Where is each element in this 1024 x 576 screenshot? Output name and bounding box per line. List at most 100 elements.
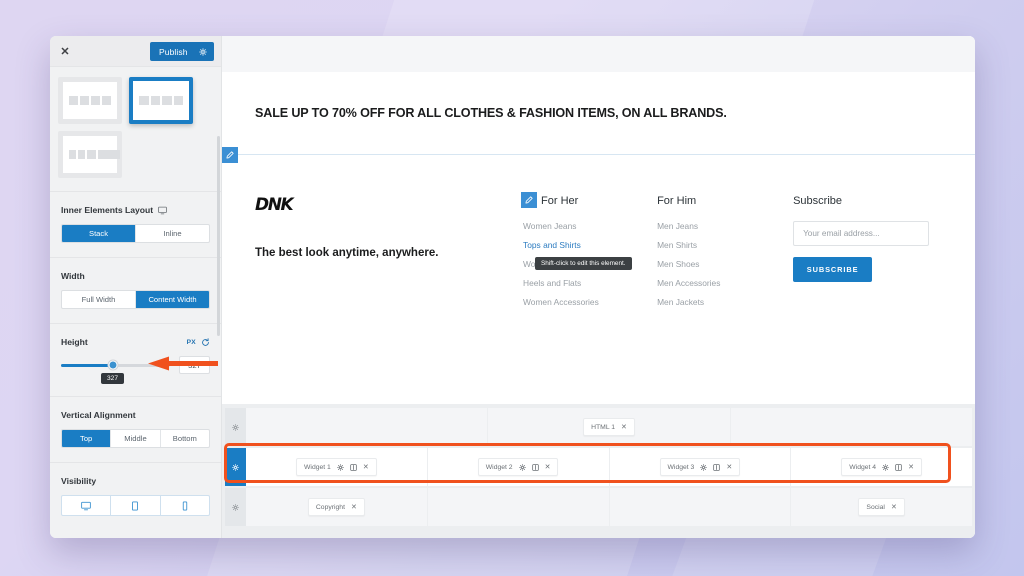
height-label-row: Height PX bbox=[61, 337, 210, 347]
visibility-desktop[interactable] bbox=[62, 496, 112, 515]
reset-icon[interactable] bbox=[201, 337, 210, 347]
section-visibility: Visibility bbox=[50, 463, 221, 530]
section-width: Width Full Width Content Width bbox=[50, 258, 221, 324]
chip-label: Copyright bbox=[315, 503, 345, 511]
panel-scrollbar[interactable] bbox=[217, 136, 220, 336]
duplicate-icon[interactable] bbox=[531, 463, 539, 471]
sale-banner-section[interactable]: SALE UP TO 70% OFF FOR ALL CLOTHES & FAS… bbox=[222, 72, 975, 155]
layout-option-3[interactable] bbox=[58, 131, 122, 178]
structure-cell[interactable]: Widget 3 ✕ bbox=[610, 448, 792, 486]
column-edit-pencil-icon[interactable] bbox=[521, 192, 538, 208]
height-slider-knob[interactable] bbox=[108, 360, 118, 370]
publish-button[interactable]: Publish bbox=[150, 42, 214, 61]
option-middle[interactable]: Middle bbox=[111, 430, 161, 447]
structure-cell[interactable]: Widget 4 ✕ bbox=[791, 448, 972, 486]
structure-cell[interactable]: Widget 2 ✕ bbox=[428, 448, 610, 486]
chip-label: Widget 2 bbox=[485, 463, 513, 471]
row-handle-gear-icon[interactable] bbox=[225, 408, 246, 446]
close-icon[interactable]: ✕ bbox=[50, 36, 80, 67]
option-top[interactable]: Top bbox=[62, 430, 112, 447]
element-chip-widget-2[interactable]: Widget 2 ✕ bbox=[477, 458, 559, 476]
close-icon[interactable]: ✕ bbox=[351, 504, 357, 511]
layout-option-1[interactable] bbox=[58, 77, 122, 124]
layout-option-2-selected[interactable] bbox=[129, 77, 193, 124]
gear-icon[interactable] bbox=[882, 463, 889, 471]
row-handle-gear-icon-selected[interactable] bbox=[225, 448, 246, 486]
height-unit[interactable]: PX bbox=[187, 339, 196, 346]
gear-icon bbox=[232, 503, 239, 511]
element-chip-widget-1[interactable]: Widget 1 ✕ bbox=[296, 458, 377, 476]
brand-logo: DNK bbox=[255, 195, 294, 215]
for-her-link-5[interactable]: Women Accessories bbox=[523, 297, 657, 307]
footer-column-for-him: For Him Men Jeans Men Shirts Men Shoes M… bbox=[657, 195, 793, 404]
for-her-link-2[interactable]: Tops and Shirts bbox=[523, 240, 657, 250]
for-him-link-1[interactable]: Men Jeans bbox=[657, 221, 793, 231]
option-bottom[interactable]: Bottom bbox=[161, 430, 209, 447]
close-icon[interactable]: ✕ bbox=[621, 424, 627, 431]
close-icon[interactable]: ✕ bbox=[363, 464, 369, 471]
section-edit-pencil-icon[interactable] bbox=[222, 147, 238, 163]
gear-icon[interactable] bbox=[336, 463, 344, 471]
option-inline[interactable]: Inline bbox=[136, 225, 209, 242]
close-icon[interactable]: ✕ bbox=[908, 464, 914, 471]
shift-click-tooltip: Shift-click to edit this element. bbox=[535, 257, 632, 270]
duplicate-icon[interactable] bbox=[895, 463, 902, 471]
structure-row-body: HTML 1 ✕ bbox=[246, 408, 972, 446]
footer-preview-section: DNK The best look anytime, anywhere. For… bbox=[222, 147, 975, 404]
structure-rows: HTML 1 ✕ Widget 1 ✕ Widget 2 ✕ Widget 3 … bbox=[222, 404, 975, 538]
duplicate-icon[interactable] bbox=[350, 463, 357, 471]
chip-label: Widget 4 bbox=[849, 463, 877, 471]
canvas-top-spacer bbox=[222, 36, 975, 72]
gear-icon bbox=[232, 423, 239, 431]
structure-cell[interactable]: Copyright ✕ bbox=[246, 488, 428, 526]
duplicate-icon[interactable] bbox=[713, 463, 721, 471]
layout-thumbnails bbox=[50, 67, 221, 192]
option-content-width[interactable]: Content Width bbox=[136, 291, 209, 308]
row-handle-gear-icon[interactable] bbox=[225, 488, 246, 526]
visibility-toggle[interactable] bbox=[61, 495, 210, 516]
panel-toolbar: ✕ Publish bbox=[50, 36, 221, 67]
settings-panel: ✕ Publish Inner Elements Layout Stack In… bbox=[50, 36, 222, 538]
vertical-alignment-toggle[interactable]: Top Middle Bottom bbox=[61, 429, 210, 448]
element-chip-copyright[interactable]: Copyright ✕ bbox=[307, 498, 365, 516]
footer-column-for-her: For Her Women Jeans Tops and Shirts Wome… bbox=[521, 192, 657, 404]
for-her-link-4[interactable]: Heels and Flats bbox=[523, 278, 657, 288]
option-full-width[interactable]: Full Width bbox=[62, 291, 136, 308]
for-him-link-3[interactable]: Men Shoes bbox=[657, 259, 793, 269]
inner-elements-layout-toggle[interactable]: Stack Inline bbox=[61, 224, 210, 243]
section-inner-elements-layout: Inner Elements Layout Stack Inline bbox=[50, 192, 221, 258]
element-chip-widget-4[interactable]: Widget 4 ✕ bbox=[841, 458, 922, 476]
structure-cell[interactable]: Widget 1 ✕ bbox=[246, 448, 428, 486]
height-label: Height bbox=[61, 337, 88, 347]
height-slider-tooltip: 327 bbox=[101, 373, 125, 384]
structure-cell[interactable]: Social ✕ bbox=[791, 488, 972, 526]
for-her-heading: For Her bbox=[541, 195, 579, 207]
close-icon[interactable]: ✕ bbox=[545, 464, 551, 471]
preview-canvas: SALE UP TO 70% OFF FOR ALL CLOTHES & FAS… bbox=[222, 36, 975, 538]
element-chip-html-1[interactable]: HTML 1 ✕ bbox=[583, 418, 635, 436]
element-chip-widget-3[interactable]: Widget 3 ✕ bbox=[659, 458, 741, 476]
for-her-link-1[interactable]: Women Jeans bbox=[523, 221, 657, 231]
subscribe-button[interactable]: SUBSCRIBE bbox=[793, 257, 873, 282]
visibility-mobile[interactable] bbox=[161, 496, 209, 515]
visibility-tablet[interactable] bbox=[111, 496, 161, 515]
structure-cell[interactable] bbox=[246, 408, 489, 446]
element-chip-social[interactable]: Social ✕ bbox=[858, 498, 905, 516]
structure-cell[interactable]: HTML 1 ✕ bbox=[488, 408, 731, 446]
gear-icon[interactable] bbox=[518, 463, 526, 471]
close-icon[interactable]: ✕ bbox=[726, 464, 732, 471]
email-input[interactable]: Your email address... bbox=[793, 221, 930, 246]
width-toggle[interactable]: Full Width Content Width bbox=[61, 290, 210, 309]
for-him-link-4[interactable]: Men Accessories bbox=[657, 278, 793, 288]
structure-cell[interactable] bbox=[731, 408, 972, 446]
structure-row-body: Copyright ✕ Social ✕ bbox=[246, 488, 972, 526]
gear-icon[interactable] bbox=[700, 463, 708, 471]
close-icon[interactable]: ✕ bbox=[891, 504, 897, 511]
for-him-link-5[interactable]: Men Jackets bbox=[657, 297, 793, 307]
inner-elements-layout-label-row: Inner Elements Layout bbox=[61, 205, 210, 215]
structure-cell[interactable] bbox=[610, 488, 792, 526]
option-stack[interactable]: Stack bbox=[62, 225, 136, 242]
structure-cell[interactable] bbox=[428, 488, 610, 526]
for-him-link-2[interactable]: Men Shirts bbox=[657, 240, 793, 250]
edit-pencil-icon bbox=[525, 196, 533, 204]
